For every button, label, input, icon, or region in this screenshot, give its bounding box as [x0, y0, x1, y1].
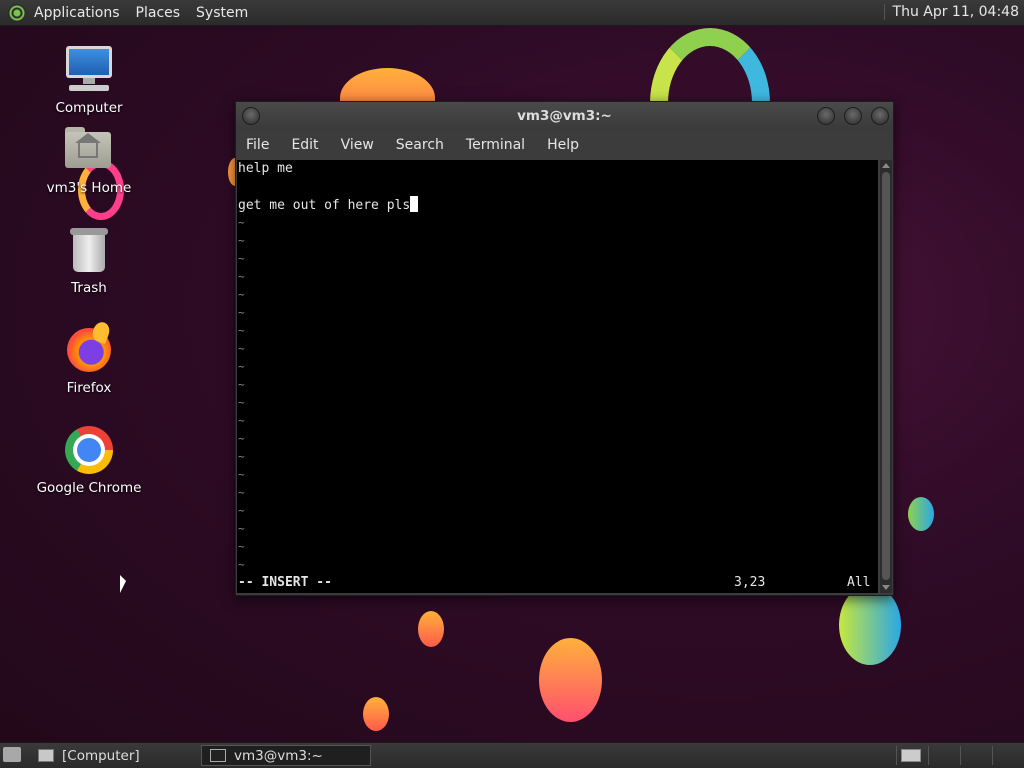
desktop-icon-label: Trash	[71, 280, 107, 296]
text-cursor	[410, 196, 419, 212]
minimize-button[interactable]	[817, 107, 835, 125]
cursor-position: 3,23	[734, 575, 766, 590]
workspace-1[interactable]	[896, 746, 925, 765]
show-desktop-icon[interactable]	[3, 747, 21, 762]
empty-line-tilde: ~	[238, 288, 245, 301]
distro-logo-icon[interactable]	[8, 3, 26, 22]
menu-search[interactable]: Search	[396, 137, 444, 153]
decor-orange-oval-tiny	[363, 697, 389, 731]
workspace-2[interactable]	[928, 746, 957, 765]
computer-icon	[38, 749, 54, 762]
mouse-pointer-icon	[120, 575, 126, 593]
empty-line-tilde: ~	[238, 432, 245, 445]
empty-line-tilde: ~	[238, 450, 245, 463]
decor-blue-dot	[908, 497, 934, 531]
desktop-icon-chrome[interactable]: Google Chrome	[34, 424, 144, 496]
desktop-icon-firefox[interactable]: Firefox	[34, 324, 144, 396]
top-panel: Applications Places System Thu Apr 11, 0…	[0, 0, 1024, 26]
trash-icon	[63, 224, 115, 276]
menu-applications[interactable]: Applications	[34, 5, 120, 21]
decor-big-blue-blob	[839, 585, 901, 665]
menu-system[interactable]: System	[196, 5, 248, 21]
empty-line-tilde: ~	[238, 396, 245, 409]
maximize-button[interactable]	[844, 107, 862, 125]
bottom-panel: [Computer] vm3@vm3:~	[0, 742, 1024, 768]
scroll-indicator: All	[847, 575, 871, 590]
empty-line-tilde: ~	[238, 306, 245, 319]
menu-view[interactable]: View	[341, 137, 374, 153]
terminal-text-area[interactable]: help me get me out of here pls ~ ~ ~ ~ ~ ~ ~ ~ ~…	[237, 160, 878, 593]
empty-line-tilde: ~	[238, 540, 245, 553]
empty-line-tilde: ~	[238, 558, 245, 571]
window-titlebar[interactable]: vm3@vm3:~	[236, 102, 893, 130]
terminal-menubar: File Edit View Search Terminal Help	[236, 130, 893, 160]
workspace-4[interactable]	[992, 746, 1021, 765]
empty-line-tilde: ~	[238, 468, 245, 481]
desktop-icon-computer[interactable]: Computer	[34, 44, 144, 116]
empty-line-tilde: ~	[238, 252, 245, 265]
menu-terminal[interactable]: Terminal	[466, 137, 525, 153]
window-title: vm3@vm3:~	[517, 108, 612, 124]
editor-line: help me	[238, 161, 293, 176]
empty-line-tilde: ~	[238, 504, 245, 517]
desktop-icon-label: Firefox	[66, 380, 112, 396]
empty-line-tilde: ~	[238, 486, 245, 499]
empty-line-tilde: ~	[238, 522, 245, 535]
empty-line-tilde: ~	[238, 378, 245, 391]
taskbar-item-label: [Computer]	[62, 747, 140, 764]
scroll-down-arrow-icon[interactable]	[882, 585, 890, 590]
terminal-icon	[210, 749, 226, 762]
empty-line-tilde: ~	[238, 324, 245, 337]
empty-line-tilde: ~	[238, 270, 245, 283]
desktop-icon-trash[interactable]: Trash	[34, 224, 144, 296]
desktop-icon-label: Google Chrome	[36, 480, 142, 496]
menu-help[interactable]: Help	[547, 137, 579, 153]
desktop-icon-home[interactable]: vm3's Home	[34, 124, 144, 196]
desktop-icon-label: Computer	[55, 100, 123, 116]
empty-line-tilde: ~	[238, 342, 245, 355]
terminal-window[interactable]: vm3@vm3:~ File Edit View Search Terminal…	[235, 101, 894, 596]
scroll-up-arrow-icon[interactable]	[882, 163, 890, 168]
scrollbar-thumb[interactable]	[882, 172, 890, 580]
taskbar-item-label: vm3@vm3:~	[234, 747, 323, 764]
computer-icon	[63, 44, 115, 96]
chrome-icon	[63, 424, 115, 476]
taskbar-item-terminal[interactable]: vm3@vm3:~	[201, 745, 371, 766]
menu-edit[interactable]: Edit	[291, 137, 318, 153]
editor-line-current: get me out of here pls	[237, 196, 878, 214]
desktop-icon-label: vm3's Home	[46, 180, 132, 196]
workspace-3[interactable]	[960, 746, 989, 765]
home-folder-icon	[63, 124, 115, 176]
clock[interactable]: Thu Apr 11, 04:48	[883, 4, 1019, 20]
vim-status-line: -- INSERT -- 3,23 All	[238, 574, 878, 592]
empty-line-tilde: ~	[238, 360, 245, 373]
empty-line-tilde: ~	[238, 216, 245, 229]
menu-places[interactable]: Places	[136, 5, 181, 21]
empty-line-tilde: ~	[238, 414, 245, 427]
decor-orange-oval-small	[418, 611, 444, 647]
decor-orange-oval-large	[539, 638, 602, 722]
menu-file[interactable]: File	[246, 137, 269, 153]
vim-mode: -- INSERT --	[238, 575, 332, 590]
firefox-icon	[63, 324, 115, 376]
close-button[interactable]	[871, 107, 889, 125]
terminal-scrollbar[interactable]	[880, 160, 892, 593]
taskbar-item-computer[interactable]: [Computer]	[30, 745, 200, 766]
empty-line-tilde: ~	[238, 234, 245, 247]
editor-line-text: get me out of here pls	[238, 198, 411, 213]
